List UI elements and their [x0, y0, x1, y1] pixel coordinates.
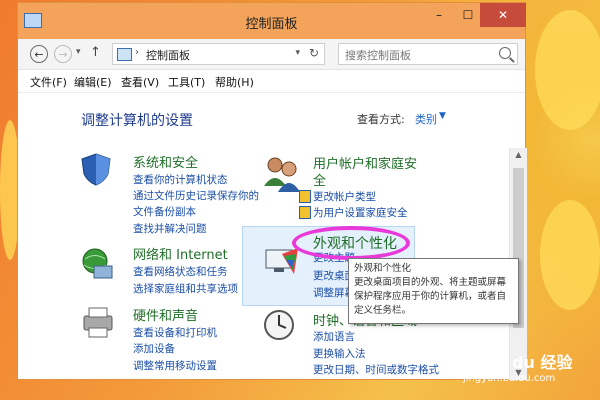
search-placeholder: 搜索控制面板	[345, 49, 411, 62]
link-add-language[interactable]: 添加语言	[313, 329, 355, 344]
baidu-watermark-logo: Bai du 经验	[478, 353, 573, 372]
uac-shield-icon	[299, 190, 311, 203]
chevron-right-icon[interactable]: ›	[135, 47, 139, 58]
up-button[interactable]: ↑	[90, 45, 101, 60]
link-view-computer-status[interactable]: 查看你的计算机状态	[133, 172, 228, 187]
link-change-input-method[interactable]: 更换输入法	[313, 346, 366, 361]
category-user-accounts-line2[interactable]: 全	[313, 170, 326, 189]
printer-icon[interactable]	[80, 304, 116, 340]
menu-bar: 文件(F) 编辑(E) 查看(V) 工具(T) 帮助(H)	[18, 70, 525, 93]
link-change-account-type[interactable]: 更改帐户类型	[313, 189, 376, 204]
clock-globe-icon[interactable]	[262, 308, 298, 344]
category-system-security[interactable]: 系统和安全	[133, 152, 198, 171]
shield-icon[interactable]	[80, 152, 112, 186]
tooltip-line: 外观和个性化	[354, 263, 412, 274]
refresh-icon[interactable]: ↻	[309, 46, 319, 60]
user-accounts-icon[interactable]	[262, 154, 302, 194]
maximize-button[interactable]: ☐	[454, 3, 482, 27]
link-file-history[interactable]: 通过文件历史记录保存你的	[133, 188, 259, 203]
appearance-tooltip: 外观和个性化 更改桌面项目的外观、将主题或屏幕 保护程序应用于你的计算机，或者自…	[348, 258, 519, 324]
tooltip-line: 更改桌面项目的外观、将主题或屏幕	[354, 277, 507, 288]
search-icon[interactable]	[499, 47, 511, 59]
menu-help[interactable]: 帮助(H)	[215, 74, 254, 90]
tooltip-line: 保护程序应用于你的计算机，或者自	[354, 291, 507, 302]
link-homegroup[interactable]: 选择家庭组和共享选项	[133, 281, 238, 296]
address-field[interactable]: › 控制面板 ▾ ↻	[112, 43, 325, 65]
category-user-accounts[interactable]: 用户帐户和家庭安	[313, 153, 417, 172]
annotation-circle	[292, 226, 410, 260]
chevron-down-icon[interactable]: ▾	[295, 48, 300, 58]
link-troubleshoot[interactable]: 查找并解决问题	[133, 221, 207, 236]
page-title: 调整计算机的设置	[81, 113, 193, 129]
flower-petal	[540, 200, 600, 310]
link-file-backup[interactable]: 文件备份副本	[133, 204, 196, 219]
link-date-time-format[interactable]: 更改日期、时间或数字格式	[313, 362, 439, 377]
uac-shield-icon	[299, 206, 311, 219]
flower-petal	[535, 10, 600, 130]
chevron-down-icon[interactable]: ▼	[439, 111, 446, 121]
link-devices-printers[interactable]: 查看设备和打印机	[133, 325, 217, 340]
category-network[interactable]: 网络和 Internet	[133, 244, 228, 263]
minimize-button[interactable]: –	[425, 3, 453, 27]
menu-file[interactable]: 文件(F)	[30, 74, 67, 90]
link-add-device[interactable]: 添加设备	[133, 341, 175, 356]
appearance-palette-icon[interactable]	[264, 244, 300, 280]
recent-pages-chevron-icon[interactable]: ▾	[76, 47, 81, 57]
address-toolbar: ← → ▾ ↑ › 控制面板 ▾ ↻ 搜索控制面板	[18, 39, 525, 70]
title-bar[interactable]: 控制面板 – ☐ ✕	[18, 3, 526, 39]
link-family-safety[interactable]: 为用户设置家庭安全	[313, 205, 408, 220]
menu-edit[interactable]: 编辑(E)	[74, 74, 112, 90]
menu-view[interactable]: 查看(V)	[121, 74, 159, 90]
network-globe-icon[interactable]	[80, 246, 114, 280]
address-path[interactable]: 控制面板	[146, 47, 190, 63]
close-button[interactable]: ✕	[480, 3, 526, 27]
forward-button[interactable]: →	[54, 45, 72, 63]
control-panel-icon	[117, 48, 132, 61]
link-mobility-settings[interactable]: 调整常用移动设置	[133, 358, 217, 373]
baidu-watermark-url: jingyan.baidu.com	[463, 373, 556, 384]
back-button[interactable]: ←	[30, 45, 48, 63]
search-input[interactable]: 搜索控制面板	[338, 43, 518, 65]
link-network-status[interactable]: 查看网络状态和任务	[133, 264, 228, 279]
tooltip-line: 定义任务栏。	[354, 305, 412, 316]
view-by-label: 查看方式:	[357, 113, 405, 126]
category-hardware[interactable]: 硬件和声音	[133, 305, 198, 324]
view-by-dropdown[interactable]: 类别	[415, 111, 437, 127]
scroll-up-icon[interactable]: ▲	[510, 148, 527, 162]
menu-tools[interactable]: 工具(T)	[168, 74, 205, 90]
